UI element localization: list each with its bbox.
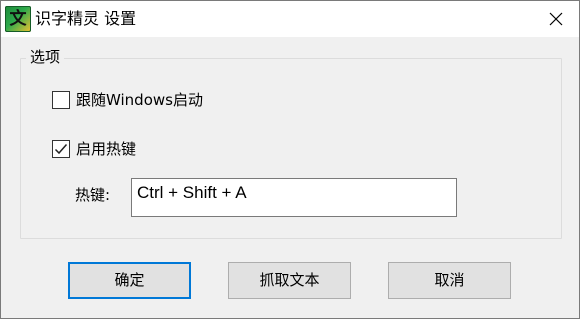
settings-window: 文 识字精灵 设置 选项 跟随Windows启动 启用热键 热键: Ctrl +… xyxy=(0,0,580,319)
autostart-label[interactable]: 跟随Windows启动 xyxy=(76,90,203,110)
options-group-label: 选项 xyxy=(26,47,65,67)
app-logo-glyph: 文 xyxy=(9,9,27,29)
close-icon xyxy=(549,12,563,26)
ok-button[interactable]: 确定 xyxy=(68,262,191,299)
checkmark-icon xyxy=(54,144,68,155)
app-logo-icon: 文 xyxy=(5,6,31,32)
title-bar[interactable]: 文 识字精灵 设置 xyxy=(1,1,579,37)
autostart-checkbox[interactable] xyxy=(52,91,70,109)
enable-hotkey-label[interactable]: 启用热键 xyxy=(76,139,136,159)
autostart-option[interactable]: 跟随Windows启动 xyxy=(52,90,203,110)
hotkey-input[interactable]: Ctrl + Shift + A xyxy=(131,178,457,217)
close-button[interactable] xyxy=(533,1,579,37)
cancel-button[interactable]: 取消 xyxy=(388,262,511,299)
window-title: 识字精灵 设置 xyxy=(35,9,137,28)
grab-text-button[interactable]: 抓取文本 xyxy=(228,262,351,299)
enable-hotkey-checkbox[interactable] xyxy=(52,140,70,158)
enable-hotkey-option[interactable]: 启用热键 xyxy=(52,139,136,159)
hotkey-label: 热键: xyxy=(75,186,111,204)
